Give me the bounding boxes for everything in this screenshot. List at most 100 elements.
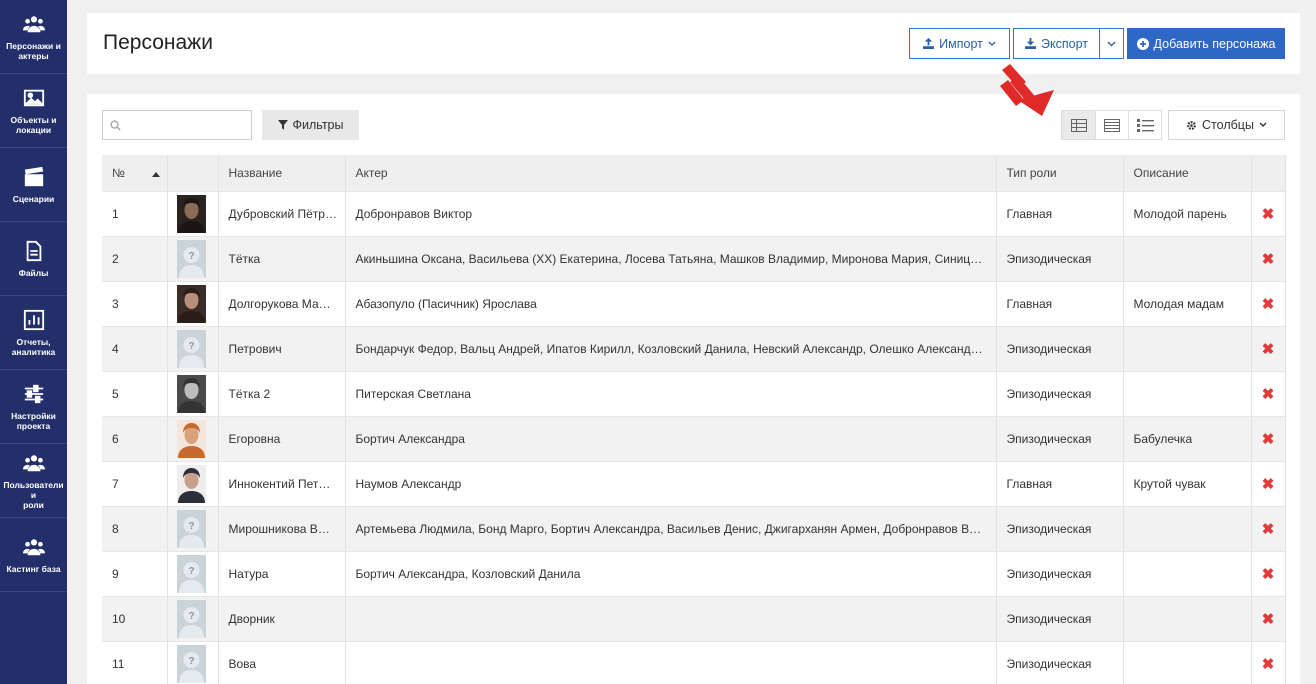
character-name[interactable]: Петрович <box>218 325 346 371</box>
sliders-icon <box>24 384 43 403</box>
column-header-role-type[interactable]: Тип роли <box>996 155 1124 191</box>
table-row[interactable]: 5 Тётка 2 Питерская Светлана Эпизодическая ✖ <box>102 370 1286 416</box>
character-name[interactable]: Дубровский Пётр… <box>218 190 346 236</box>
row-number: 8 <box>102 505 168 551</box>
main-card: Фильтры Столбцы № Название Актер Тип рол… <box>87 94 1300 684</box>
add-character-button[interactable]: Добавить персонажа <box>1127 28 1285 59</box>
svg-text:?: ? <box>188 656 194 667</box>
delete-icon[interactable]: ✖ <box>1251 460 1286 506</box>
table-row[interactable]: 10? Дворник Эпизодическая ✖ <box>102 595 1286 641</box>
svg-text:?: ? <box>188 251 194 262</box>
character-name[interactable]: Натура <box>218 550 346 596</box>
character-name[interactable]: Мирошникова В… <box>218 505 346 551</box>
table-row[interactable]: 7 Иннокентий Пет… Наумов Александр Главная К… <box>102 460 1286 506</box>
photo-cell: ? <box>167 595 219 641</box>
image-icon <box>23 89 44 106</box>
character-photo <box>176 374 206 413</box>
bar-chart-icon <box>23 309 44 330</box>
delete-icon[interactable]: ✖ <box>1251 595 1286 641</box>
photo-cell: ? <box>167 550 219 596</box>
role-type: Главная <box>996 190 1124 236</box>
compact-view-button[interactable] <box>1095 111 1128 139</box>
search-input[interactable] <box>102 110 252 140</box>
users-icon <box>22 15 45 32</box>
delete-icon[interactable]: ✖ <box>1251 505 1286 551</box>
import-label: Импорт <box>939 36 983 51</box>
placeholder-avatar-icon: ? <box>176 554 206 593</box>
role-type: Эпизодическая <box>996 235 1124 281</box>
placeholder-avatar-icon: ? <box>176 329 206 368</box>
description <box>1123 505 1252 551</box>
table-row[interactable]: 11? Вова Эпизодическая ✖ <box>102 640 1286 684</box>
character-photo <box>176 419 206 458</box>
character-name[interactable]: Вова <box>218 640 346 684</box>
description <box>1123 325 1252 371</box>
svg-text:?: ? <box>188 521 194 532</box>
users-icon <box>22 454 45 471</box>
sidebar-item-files[interactable]: Файлы <box>0 222 67 296</box>
column-header-actions <box>1251 155 1286 191</box>
sidebar-item-characters[interactable]: Персонажи и актеры <box>0 0 67 74</box>
delete-icon[interactable]: ✖ <box>1251 415 1286 461</box>
download-icon <box>1025 38 1037 49</box>
character-name[interactable]: Тётка <box>218 235 346 281</box>
columns-button[interactable]: Столбцы <box>1168 110 1285 140</box>
role-type: Главная <box>996 280 1124 326</box>
sidebar-item-label: Персонажи и актеры <box>6 40 61 61</box>
table-row[interactable]: 6 Егоровна Бортич Александра Эпизодическая Б… <box>102 415 1286 461</box>
row-number: 11 <box>102 640 168 684</box>
column-header-number[interactable]: № <box>102 155 168 191</box>
table-row[interactable]: 2? Тётка Акиньшина Оксана, Васильева (ХХ) … <box>102 235 1286 281</box>
placeholder-avatar-icon: ? <box>176 599 206 638</box>
column-header-name[interactable]: Название <box>218 155 346 191</box>
sidebar-item-label: Объекты и локации <box>10 114 57 135</box>
table-row[interactable]: 3 Долгорукова Ма… Абазопуло (Пасичник) Яро… <box>102 280 1286 326</box>
column-header-description[interactable]: Описание <box>1123 155 1252 191</box>
description <box>1123 550 1252 596</box>
row-number: 10 <box>102 595 168 641</box>
role-type: Эпизодическая <box>996 415 1124 461</box>
sidebar-item-scripts[interactable]: Сценарии <box>0 148 67 222</box>
sidebar-item-settings[interactable]: Настройки проекта <box>0 370 67 444</box>
delete-icon[interactable]: ✖ <box>1251 550 1286 596</box>
table-row[interactable]: 4? Петрович Бондарчук Федор, Вальц Андрей,… <box>102 325 1286 371</box>
delete-icon[interactable]: ✖ <box>1251 640 1286 684</box>
svg-text:?: ? <box>188 611 194 622</box>
character-name[interactable]: Иннокентий Пет… <box>218 460 346 506</box>
column-header-actor[interactable]: Актер <box>345 155 997 191</box>
import-button[interactable]: Импорт <box>909 28 1010 59</box>
sidebar-item-objects[interactable]: Объекты и локации <box>0 74 67 148</box>
photo-cell: ? <box>167 640 219 684</box>
sidebar-item-users[interactable]: Пользователи и роли <box>0 444 67 518</box>
list-view-button[interactable] <box>1128 111 1161 139</box>
sidebar-item-casting[interactable]: Кастинг база <box>0 518 67 592</box>
photo-cell <box>167 280 219 326</box>
filters-button[interactable]: Фильтры <box>262 110 359 140</box>
delete-icon[interactable]: ✖ <box>1251 370 1286 416</box>
sidebar: Персонажи и актеры Объекты и локации Сце… <box>0 0 67 684</box>
role-type: Эпизодическая <box>996 550 1124 596</box>
character-name[interactable]: Дворник <box>218 595 346 641</box>
table-row[interactable]: 9? Натура Бортич Александра, Козловский Да… <box>102 550 1286 596</box>
file-icon <box>26 240 41 261</box>
character-photo <box>176 284 206 323</box>
delete-icon[interactable]: ✖ <box>1251 325 1286 371</box>
table-row[interactable]: 8? Мирошникова В… Артемьева Людмила, Бонд … <box>102 505 1286 551</box>
actor-list <box>345 640 997 684</box>
row-number: 5 <box>102 370 168 416</box>
photo-cell <box>167 460 219 506</box>
sidebar-item-reports[interactable]: Отчеты, аналитика <box>0 296 67 370</box>
delete-icon[interactable]: ✖ <box>1251 190 1286 236</box>
plus-circle-icon <box>1136 37 1149 50</box>
delete-icon[interactable]: ✖ <box>1251 235 1286 281</box>
export-dropdown-button[interactable] <box>1099 28 1124 59</box>
grid-view-button[interactable] <box>1062 111 1095 139</box>
character-name[interactable]: Егоровна <box>218 415 346 461</box>
delete-icon[interactable]: ✖ <box>1251 280 1286 326</box>
character-name[interactable]: Долгорукова Ма… <box>218 280 346 326</box>
photo-cell: ? <box>167 235 219 281</box>
table-row[interactable]: 1 Дубровский Пётр… Добронравов Виктор Главн… <box>102 190 1286 236</box>
gear-icon <box>1187 120 1196 130</box>
character-name[interactable]: Тётка 2 <box>218 370 346 416</box>
export-button[interactable]: Экспорт <box>1013 28 1100 59</box>
